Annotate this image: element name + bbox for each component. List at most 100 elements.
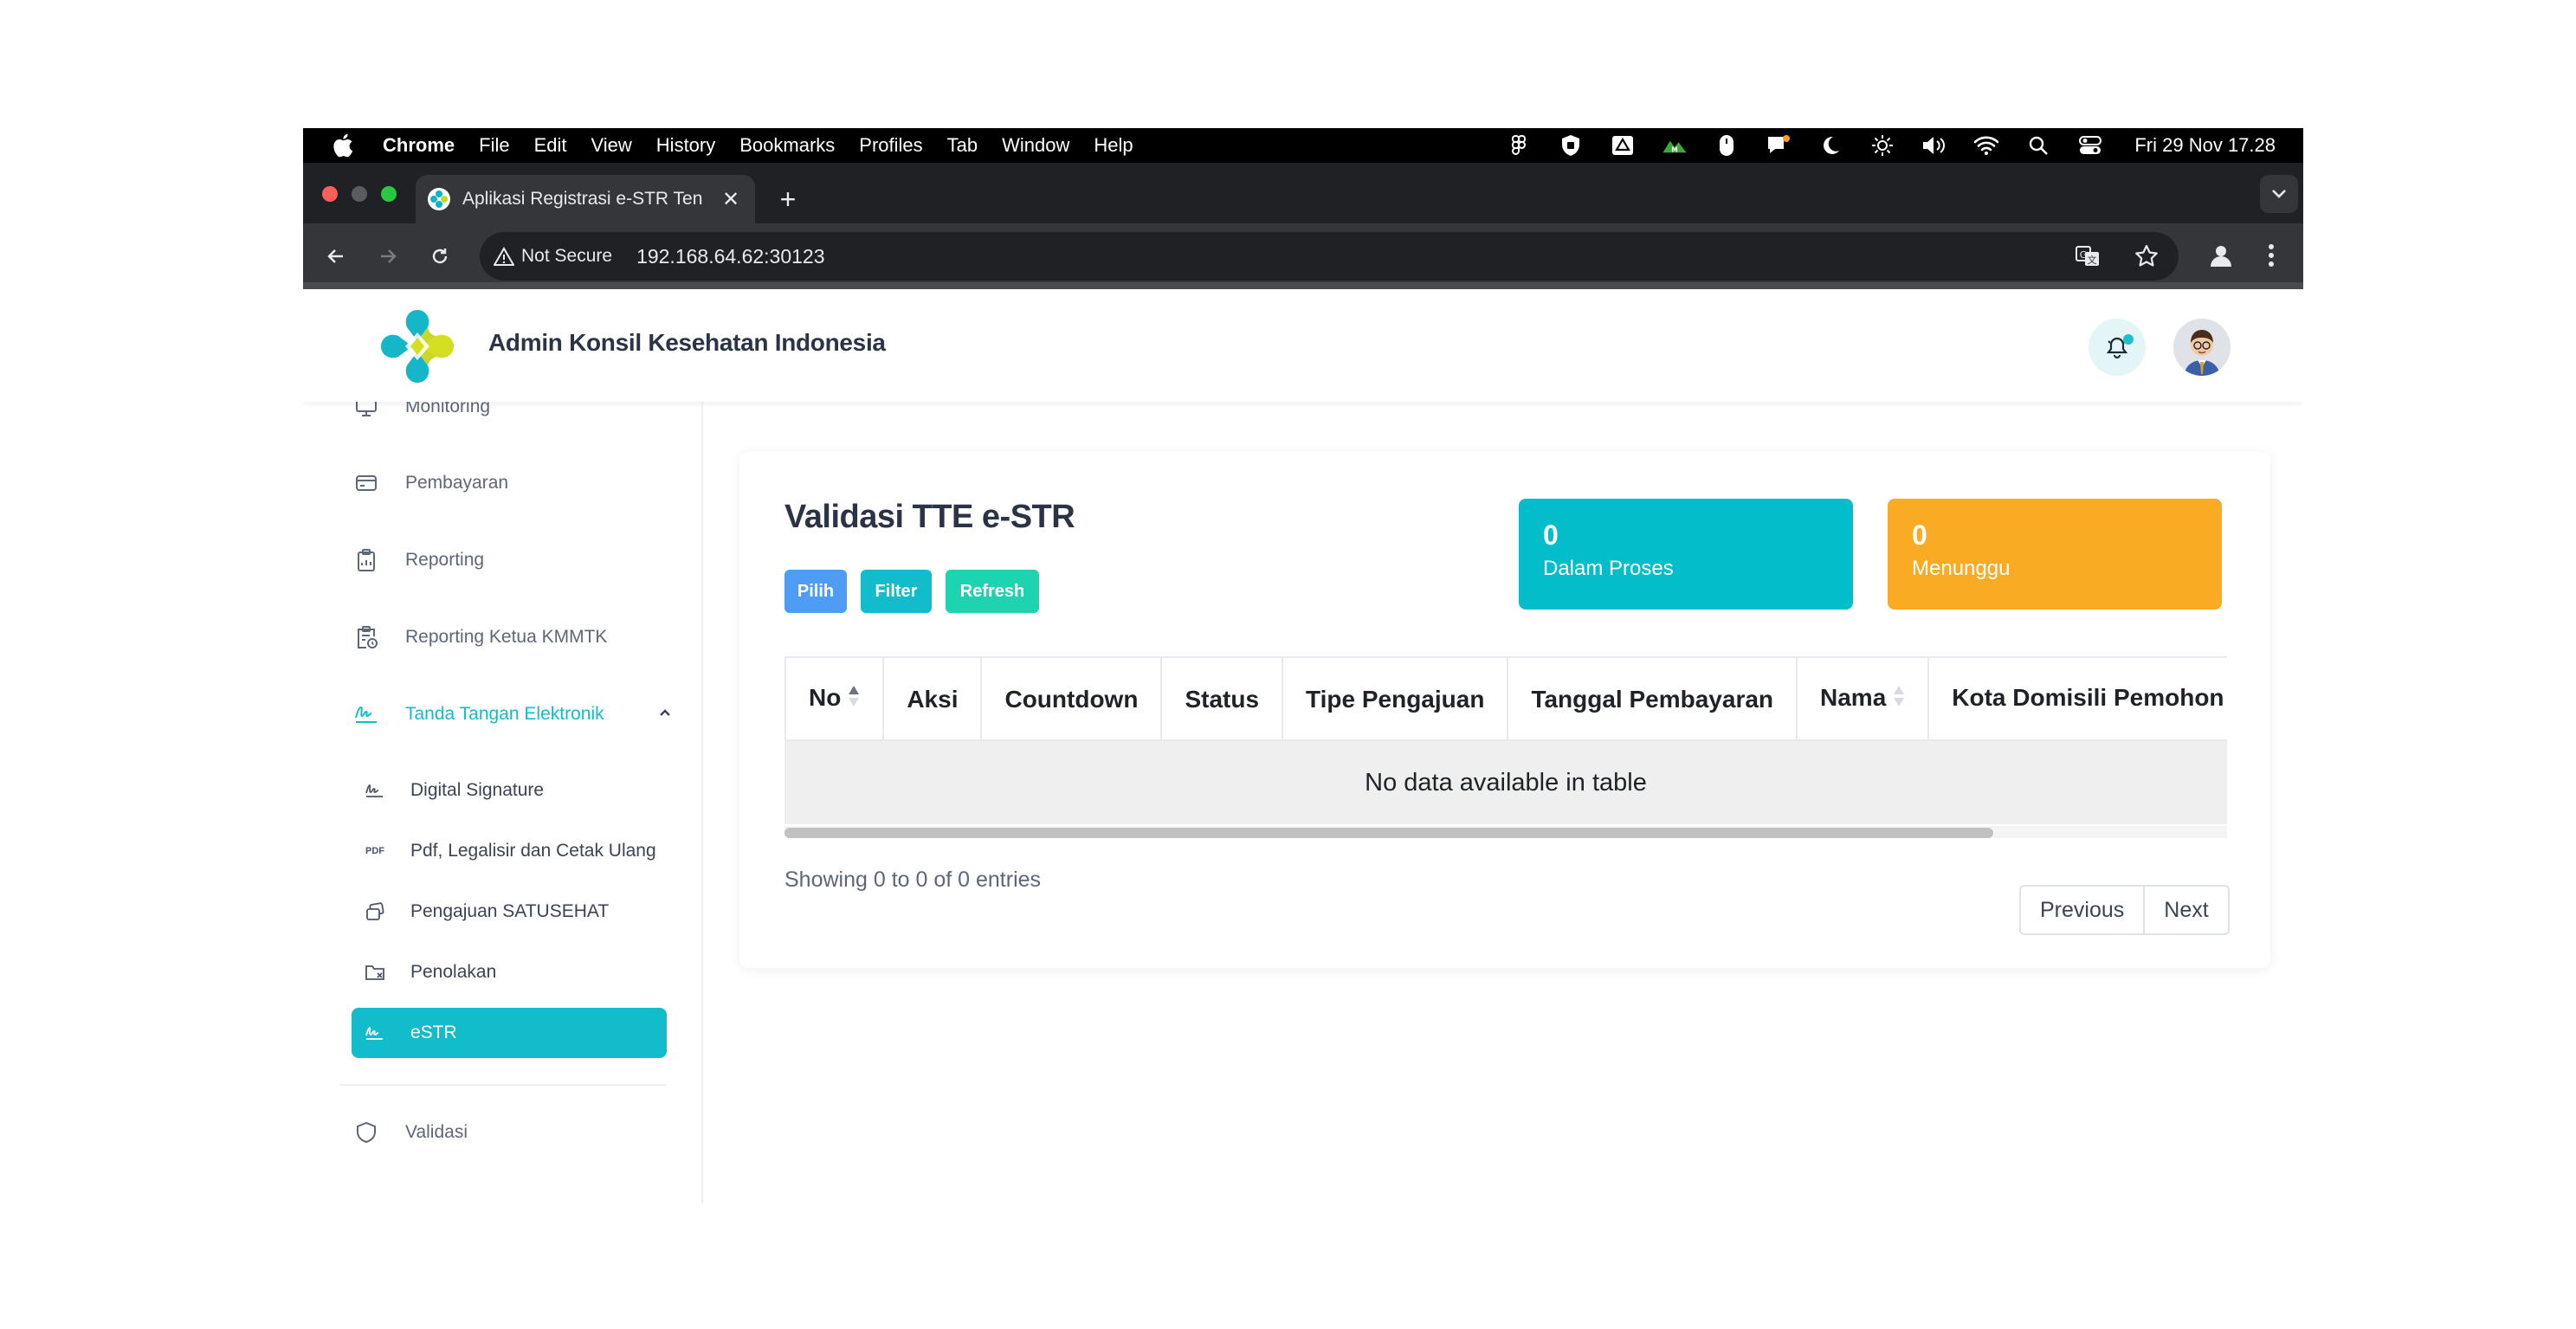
sidebar-subitem-label: Pengajuan SATUSEHAT bbox=[410, 901, 610, 921]
browser-tab[interactable]: Aplikasi Registrasi e-STR Ten ✕ bbox=[416, 175, 755, 223]
browser-toolbar: Not Secure 192.168.64.62:30123 G文 bbox=[303, 223, 2303, 289]
previous-page-button[interactable]: Previous bbox=[2021, 887, 2144, 933]
pdf-icon: PDF bbox=[365, 846, 384, 856]
wifi-icon[interactable] bbox=[1973, 133, 1999, 158]
not-secure-label: Not Secure bbox=[521, 246, 613, 266]
sidebar-item-reporting[interactable]: Reporting bbox=[352, 538, 484, 583]
menubar-clock[interactable]: Fri 29 Nov 17.28 bbox=[2134, 134, 2276, 157]
sidebar-item-label: Reporting Ketua KMMTK bbox=[405, 627, 608, 647]
notification-bell-button[interactable] bbox=[2089, 319, 2146, 376]
sidebar-item-tanda-tangan-elektronik[interactable]: Tanda Tangan Elektronik bbox=[352, 692, 672, 737]
sidebar-subitem-estr[interactable]: eSTR bbox=[352, 1008, 667, 1058]
url-text[interactable]: 192.168.64.62:30123 bbox=[636, 245, 824, 268]
sidebar-item-label: Validasi bbox=[405, 1122, 468, 1142]
mouse-icon[interactable] bbox=[1714, 133, 1740, 158]
menu-app-name[interactable]: Chrome bbox=[383, 134, 455, 157]
menu-bookmarks[interactable]: Bookmarks bbox=[739, 134, 835, 157]
clipboard-clock-icon bbox=[352, 623, 381, 652]
sidebar-subitem-pdf-legalisir[interactable]: PDF Pdf, Legalisir dan Cetak Ulang bbox=[352, 826, 667, 876]
scrollbar-thumb[interactable] bbox=[784, 828, 1993, 838]
notification-dot bbox=[2123, 334, 2134, 345]
column-label: Nama bbox=[1820, 683, 1887, 711]
column-header-kota-domisili-pemohon[interactable]: Kota Domisili Pemohon bbox=[1928, 656, 2227, 740]
window-zoom-button[interactable] bbox=[381, 186, 397, 202]
bookmark-star-icon[interactable] bbox=[2132, 242, 2161, 271]
control-center-icon[interactable] bbox=[2077, 133, 2103, 158]
column-header-tanggal-pembayaran[interactable]: Tanggal Pembayaran bbox=[1508, 656, 1798, 740]
user-avatar[interactable] bbox=[2173, 319, 2231, 376]
shield-icon bbox=[352, 1118, 381, 1147]
sidebar-item-pembayaran[interactable]: Pembayaran bbox=[352, 461, 508, 506]
vpn-shield-icon[interactable] bbox=[1558, 133, 1584, 158]
table-info: Showing 0 to 0 of 0 entries bbox=[784, 868, 1042, 892]
sidebar-item-validasi[interactable]: Validasi bbox=[352, 1110, 468, 1155]
brightness-icon[interactable] bbox=[1869, 133, 1895, 158]
not-secure-indicator[interactable]: Not Secure bbox=[494, 246, 624, 267]
sort-icon bbox=[848, 684, 860, 714]
signature-icon bbox=[352, 700, 381, 729]
column-header-status[interactable]: Status bbox=[1161, 656, 1284, 740]
sidebar-subitem-digital-signature[interactable]: Digital Signature bbox=[352, 765, 667, 816]
menu-tab[interactable]: Tab bbox=[947, 134, 978, 157]
apple-icon[interactable] bbox=[332, 132, 358, 158]
sidebar: Monitoring Pembayaran Reporting Reportin… bbox=[303, 402, 703, 1203]
sidebar-item-reporting-ketua-kmmtk[interactable]: Reporting Ketua KMMTK bbox=[352, 615, 607, 660]
address-bar[interactable]: Not Secure 192.168.64.62:30123 G文 bbox=[480, 232, 2179, 281]
menu-edit[interactable]: Edit bbox=[534, 134, 567, 157]
sidebar-subitem-pengajuan-satusehat[interactable]: Pengajuan SATUSEHAT bbox=[352, 887, 667, 937]
window-minimize-button[interactable] bbox=[352, 186, 367, 202]
chrome-profile-icon[interactable] bbox=[2206, 241, 2236, 270]
chevron-up-icon[interactable] bbox=[658, 704, 672, 725]
back-button[interactable] bbox=[319, 239, 353, 274]
translate-icon[interactable]: G文 bbox=[2073, 242, 2102, 271]
column-label: Aksi bbox=[907, 685, 959, 713]
menu-file[interactable]: File bbox=[479, 134, 509, 157]
notification-icon[interactable] bbox=[1766, 133, 1792, 158]
menu-profiles[interactable]: Profiles bbox=[859, 134, 922, 157]
moon-icon[interactable] bbox=[1817, 133, 1843, 158]
column-header-no[interactable]: No bbox=[784, 656, 885, 740]
column-header-nama[interactable]: Nama bbox=[1797, 656, 1930, 740]
sidebar-item-monitoring[interactable]: Monitoring bbox=[352, 402, 490, 429]
svg-text:M: M bbox=[1672, 146, 1678, 154]
sidebar-subitem-penolakan[interactable]: Penolakan bbox=[352, 947, 667, 997]
next-page-button[interactable]: Next bbox=[2143, 887, 2228, 933]
tab-search-button[interactable] bbox=[2260, 175, 2298, 213]
figma-icon[interactable] bbox=[1506, 133, 1532, 158]
site-favicon bbox=[428, 188, 450, 210]
menu-history[interactable]: History bbox=[656, 134, 715, 157]
filter-button[interactable]: Filter bbox=[861, 570, 932, 613]
tab-title: Aplikasi Registrasi e-STR Ten bbox=[462, 189, 703, 209]
card-icon bbox=[352, 468, 381, 498]
menu-help[interactable]: Help bbox=[1094, 134, 1133, 157]
refresh-button[interactable]: Refresh bbox=[946, 570, 1039, 613]
drive-icon[interactable] bbox=[1610, 133, 1636, 158]
column-header-tipe-pengajuan[interactable]: Tipe Pengajuan bbox=[1282, 656, 1509, 740]
sidebar-subitem-label: Penolakan bbox=[410, 962, 497, 982]
stat-dalam-proses[interactable]: 0 Dalam Proses bbox=[1519, 499, 1853, 610]
forward-button[interactable] bbox=[371, 239, 405, 274]
status-tray: M Fri 29 Nov 17.28 bbox=[1506, 128, 2276, 163]
mountain-app-icon[interactable]: M bbox=[1662, 133, 1688, 158]
stat-value: 0 bbox=[1912, 519, 1927, 551]
kemenkes-logo[interactable] bbox=[378, 306, 457, 386]
column-label: Kota Domisili Pemohon bbox=[1952, 683, 2224, 711]
app-header: Admin Konsil Kesehatan Indonesia bbox=[303, 289, 2303, 402]
tab-close-icon[interactable]: ✕ bbox=[719, 187, 743, 211]
chrome-menu-icon[interactable] bbox=[2256, 241, 2286, 270]
pilih-button[interactable]: Pilih bbox=[784, 570, 847, 613]
spotlight-search-icon[interactable] bbox=[2025, 133, 2051, 158]
menu-view[interactable]: View bbox=[591, 134, 632, 157]
column-header-countdown[interactable]: Countdown bbox=[981, 656, 1163, 740]
data-table-container: No Aksi Countdown Status Tipe Pengajuan … bbox=[784, 656, 2227, 838]
sidebar-item-label: Monitoring bbox=[405, 402, 491, 416]
data-table: No Aksi Countdown Status Tipe Pengajuan … bbox=[784, 656, 2227, 740]
horizontal-scrollbar[interactable] bbox=[784, 826, 2227, 838]
menu-window[interactable]: Window bbox=[1002, 134, 1069, 157]
new-tab-button[interactable]: + bbox=[771, 182, 805, 216]
reload-button[interactable] bbox=[423, 239, 457, 274]
stat-menunggu[interactable]: 0 Menunggu bbox=[1888, 499, 2222, 610]
volume-icon[interactable] bbox=[1921, 133, 1947, 158]
window-close-button[interactable] bbox=[322, 186, 338, 202]
column-header-aksi[interactable]: Aksi bbox=[883, 656, 983, 740]
